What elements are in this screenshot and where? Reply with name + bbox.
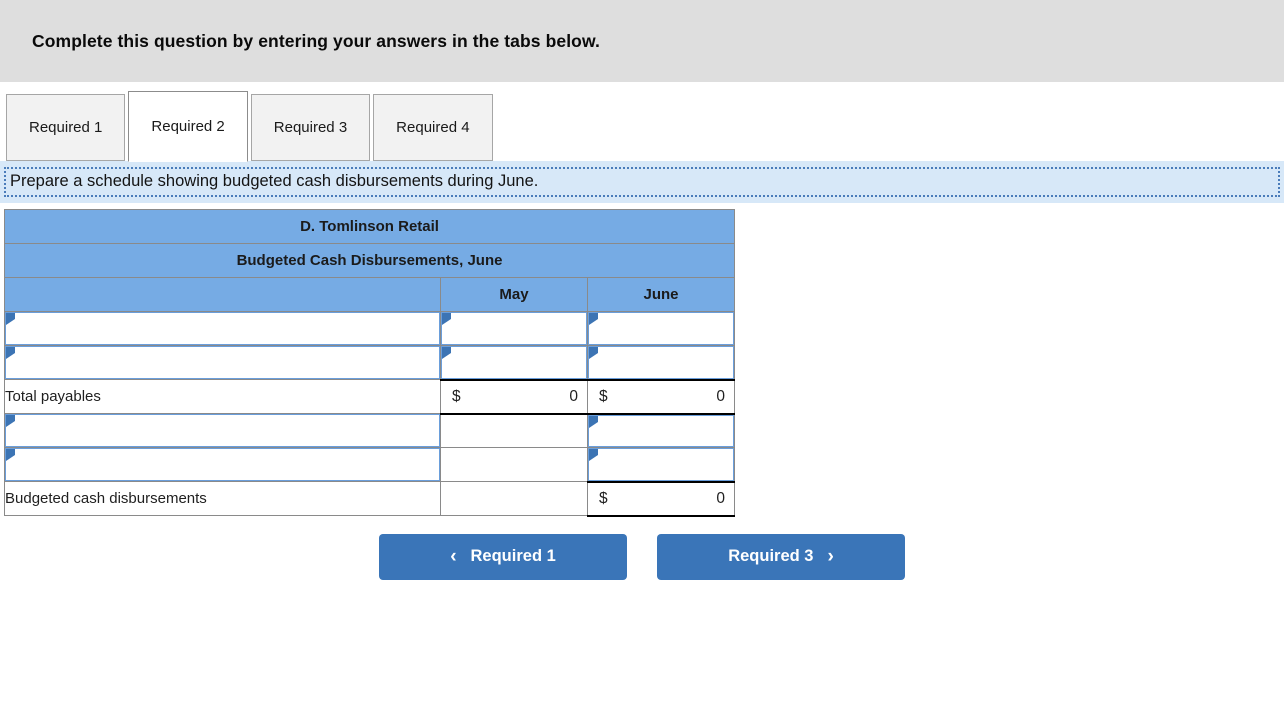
column-header-june: June <box>586 277 736 312</box>
chevron-left-icon: ‹ <box>450 546 457 567</box>
budgeted-may-blank-cell <box>440 481 588 516</box>
statement-title-cell: Budgeted Cash Disbursements, June <box>3 243 736 278</box>
may-amount-input-1[interactable] <box>441 312 587 345</box>
total-payables-may-money: $ 0 <box>441 381 587 413</box>
table-row <box>4 447 736 482</box>
previous-requirement-label: Required 1 <box>470 547 556 565</box>
tab-required-3[interactable]: Required 3 <box>250 94 371 161</box>
table-row <box>4 311 736 346</box>
total-payables-june-cell: $ 0 <box>586 378 736 415</box>
currency-symbol: $ <box>452 387 461 405</box>
column-header-label <box>4 277 441 312</box>
june-amount-input-3[interactable] <box>588 414 735 447</box>
table-row-total-payables: Total payables $ 0 $ 0 <box>4 378 736 415</box>
may-input-cell-1[interactable] <box>440 311 588 346</box>
tab-label: Required 2 <box>151 118 225 135</box>
june-input-cell-4[interactable] <box>586 447 736 482</box>
table-row <box>4 345 736 380</box>
may-blank-cell-4 <box>440 447 588 482</box>
june-amount-input-2[interactable] <box>588 346 735 379</box>
currency-symbol: $ <box>599 489 608 507</box>
worksheet-column-header-row: May June <box>4 277 736 312</box>
may-input-cell-2[interactable] <box>440 345 588 380</box>
tab-label: Required 3 <box>273 119 348 136</box>
table-row <box>4 413 736 448</box>
row-label-input-cell-2[interactable] <box>4 345 441 380</box>
row-label-input-4[interactable] <box>5 448 440 481</box>
tab-bar: Required 1 Required 2 Required 3 Require… <box>0 82 1284 162</box>
worksheet-container: D. Tomlinson Retail Budgeted Cash Disbur… <box>0 203 1284 517</box>
budgeted-june-total-cell: $ 0 <box>586 480 736 517</box>
row-label-input-1[interactable] <box>5 312 440 345</box>
june-amount-input-1[interactable] <box>588 312 735 345</box>
tab-label: Required 1 <box>29 119 103 136</box>
requirement-navigation: ‹ Required 1 Required 3 › <box>0 533 1284 580</box>
total-payables-label: Total payables <box>4 379 441 414</box>
next-requirement-label: Required 3 <box>728 547 814 565</box>
tab-required-4[interactable]: Required 4 <box>373 94 493 161</box>
budget-worksheet-table: D. Tomlinson Retail Budgeted Cash Disbur… <box>3 209 736 517</box>
previous-requirement-button[interactable]: ‹ Required 1 <box>379 533 627 580</box>
amount-value: 0 <box>716 489 726 507</box>
tab-label: Required 4 <box>396 119 470 136</box>
row-label-input-2[interactable] <box>5 346 440 379</box>
budgeted-cash-disbursements-label: Budgeted cash disbursements <box>4 481 441 516</box>
worksheet-title-row-1: D. Tomlinson Retail <box>3 209 736 244</box>
instruction-banner: Complete this question by entering your … <box>0 0 1284 82</box>
june-input-cell-1[interactable] <box>586 311 736 346</box>
row-label-input-cell-3[interactable] <box>4 413 441 448</box>
row-label-input-3[interactable] <box>5 414 440 447</box>
company-name-cell: D. Tomlinson Retail <box>3 209 736 244</box>
next-requirement-button[interactable]: Required 3 › <box>657 533 905 580</box>
june-amount-input-4[interactable] <box>588 448 735 481</box>
tab-required-1[interactable]: Required 1 <box>6 94 126 161</box>
may-blank-cell-3 <box>440 413 588 448</box>
row-label-input-cell-1[interactable] <box>4 311 441 346</box>
chevron-right-icon: › <box>827 546 834 567</box>
worksheet-title-row-2: Budgeted Cash Disbursements, June <box>3 243 736 278</box>
amount-value: 0 <box>716 387 726 405</box>
june-input-cell-3[interactable] <box>586 413 736 448</box>
june-input-cell-2[interactable] <box>586 345 736 380</box>
currency-symbol: $ <box>599 387 608 405</box>
may-amount-input-2[interactable] <box>441 346 587 379</box>
requirement-instruction-bar: Prepare a schedule showing budgeted cash… <box>0 161 1284 203</box>
row-label-input-cell-4[interactable] <box>4 447 441 482</box>
table-row-budgeted-cash-disbursements: Budgeted cash disbursements $ 0 <box>4 480 736 517</box>
total-payables-june-money: $ 0 <box>588 381 734 413</box>
requirement-instruction-text: Prepare a schedule showing budgeted cash… <box>4 167 1280 197</box>
tab-required-2[interactable]: Required 2 <box>128 91 248 162</box>
column-header-may: May <box>440 277 588 312</box>
amount-value: 0 <box>569 387 578 405</box>
budgeted-june-money: $ 0 <box>588 483 734 515</box>
total-payables-may-cell: $ 0 <box>440 378 588 415</box>
banner-title: Complete this question by entering your … <box>32 30 600 51</box>
